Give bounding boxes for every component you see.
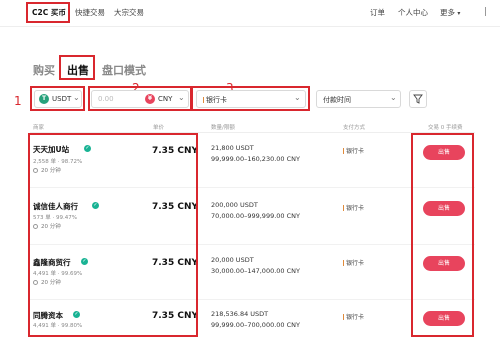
quantity: 21,800 USDT bbox=[211, 144, 254, 152]
payment-method-text: 银行卡 bbox=[346, 260, 365, 267]
pay-time-value: 付款时间 bbox=[323, 96, 351, 104]
nav-express-trade[interactable]: 快捷交易 bbox=[75, 7, 105, 18]
highlight-amount bbox=[88, 86, 192, 111]
nav-divider bbox=[485, 7, 486, 16]
header-qty-limit: 数量/限额 bbox=[211, 125, 235, 131]
chevron-down-icon: ▾ bbox=[457, 10, 461, 17]
tab-buy[interactable]: 购买 bbox=[33, 62, 55, 78]
header-trade: 交易 0 手续费 bbox=[428, 125, 463, 131]
nav-block-trade[interactable]: 大宗交易 bbox=[114, 7, 144, 18]
payment-method: 银行卡 bbox=[343, 203, 364, 212]
quantity: 218,536.84 USDT bbox=[211, 310, 269, 318]
tab-orderbook-mode[interactable]: 盘口模式 bbox=[102, 62, 146, 78]
filter-icon bbox=[413, 94, 423, 104]
payment-method: 银行卡 bbox=[343, 146, 364, 155]
limit: 99,999.00–160,230.00 CNY bbox=[211, 155, 300, 163]
limit: 70,000.00–999,999.00 CNY bbox=[211, 212, 300, 220]
header-merchant: 商家 bbox=[33, 125, 45, 131]
payment-method-text: 银行卡 bbox=[346, 205, 365, 212]
chevron-down-icon: ⌄ bbox=[390, 93, 397, 102]
filter-button[interactable] bbox=[409, 90, 427, 108]
marker-1: 1 bbox=[14, 94, 22, 108]
highlight-c2c bbox=[26, 2, 70, 23]
nav-more-label: 更多 bbox=[440, 8, 455, 17]
limit: 99,999.00–700,000.00 CNY bbox=[211, 321, 300, 329]
pay-time-select[interactable]: 付款时间 ⌄ bbox=[316, 90, 401, 108]
quantity: 200,000 USDT bbox=[211, 201, 258, 209]
bank-card-marker bbox=[343, 314, 344, 320]
header-price: 单价 bbox=[153, 125, 165, 131]
highlight-sell-tab bbox=[59, 55, 95, 80]
quantity: 20,000 USDT bbox=[211, 256, 254, 264]
payment-method: 银行卡 bbox=[343, 258, 364, 267]
limit: 30,000.00–147,000.00 CNY bbox=[211, 267, 300, 275]
highlight-sell-column bbox=[411, 133, 474, 337]
highlight-merchant-price-column bbox=[28, 133, 198, 337]
top-nav: C2C 买币 快捷交易 大宗交易 订单 个人中心 更多 ▾ bbox=[0, 0, 500, 27]
payment-method: 银行卡 bbox=[343, 312, 364, 321]
highlight-payment bbox=[191, 86, 310, 111]
highlight-coin bbox=[30, 86, 85, 111]
bank-card-marker bbox=[343, 205, 344, 211]
bank-card-marker bbox=[343, 148, 344, 154]
header-payment: 支付方式 bbox=[343, 125, 366, 131]
nav-profile[interactable]: 个人中心 bbox=[398, 7, 428, 18]
payment-method-text: 银行卡 bbox=[346, 314, 365, 321]
payment-method-text: 银行卡 bbox=[346, 148, 365, 155]
bank-card-marker bbox=[343, 260, 344, 266]
nav-more[interactable]: 更多 ▾ bbox=[440, 7, 460, 18]
nav-orders[interactable]: 订单 bbox=[370, 7, 385, 18]
